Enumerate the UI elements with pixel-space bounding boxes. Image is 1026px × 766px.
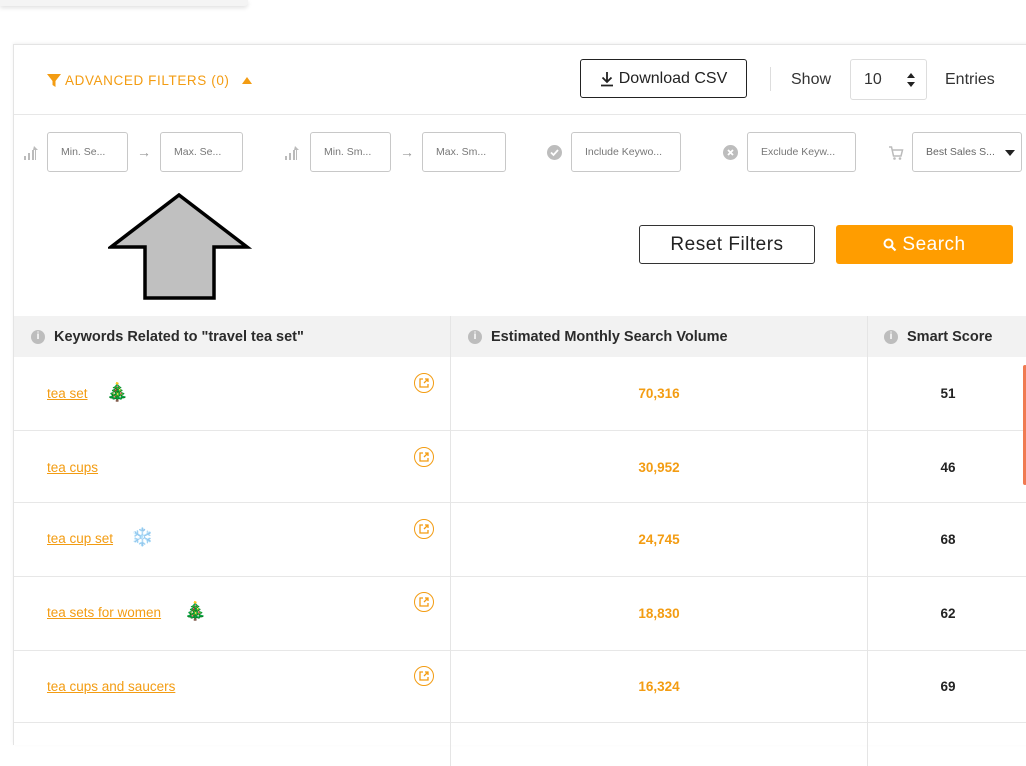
min-smart-score-input[interactable]: Min. Sm...: [310, 132, 391, 172]
external-link-icon[interactable]: [414, 447, 434, 467]
column-divider: [867, 316, 868, 766]
keyword-link[interactable]: tea cup set: [47, 531, 113, 546]
smart-score-value: 68: [940, 532, 956, 547]
info-icon: i: [31, 329, 45, 344]
column-header-label: Estimated Monthly Search Volume: [491, 328, 728, 345]
column-header-label: Keywords Related to "travel tea set": [54, 328, 304, 345]
table-row: tea cups and saucers 16,324 69: [14, 651, 1026, 723]
min-search-volume-input[interactable]: Min. Se...: [47, 132, 128, 172]
smart-score-value: 62: [940, 606, 956, 621]
caret-up-icon: [241, 77, 252, 84]
keyword-link[interactable]: tea set: [47, 386, 88, 401]
annotation-up-arrow-icon: [108, 193, 252, 300]
download-csv-label: Download CSV: [618, 69, 728, 87]
column-divider: [450, 316, 451, 766]
column-header-smart-score[interactable]: i Smart Score: [884, 316, 992, 357]
search-volume-value: 30,952: [638, 460, 680, 475]
reset-filters-button[interactable]: Reset Filters: [639, 225, 815, 264]
info-icon: i: [884, 329, 898, 344]
funnel-icon: [47, 73, 61, 87]
max-smart-score-input[interactable]: Max. Sm...: [422, 132, 506, 172]
column-header-search-volume[interactable]: i Estimated Monthly Search Volume: [468, 316, 728, 357]
best-sales-select[interactable]: Best Sales S...: [912, 132, 1022, 172]
search-volume-value: 24,745: [638, 532, 680, 547]
external-link-icon[interactable]: [414, 519, 434, 539]
christmas-tree-icon: 🎄: [184, 601, 207, 621]
download-icon: [600, 71, 613, 86]
table-row: tea sets for women 🎄 18,830 62: [14, 577, 1026, 651]
search-label: Search: [902, 233, 966, 255]
range-arrow-icon: →: [400, 144, 414, 160]
show-label: Show: [791, 71, 832, 88]
download-csv-button[interactable]: Download CSV: [580, 59, 747, 98]
info-icon: i: [468, 329, 482, 344]
header-divider: [14, 114, 1026, 115]
keyword-link[interactable]: tea cups: [47, 460, 98, 475]
entries-label: Entries: [945, 71, 995, 88]
search-volume-value: 18,830: [638, 606, 680, 621]
advanced-filters-label: ADVANCED FILTERS (0): [65, 73, 230, 88]
table-header: i Keywords Related to "travel tea set" i…: [14, 316, 1026, 357]
entries-value: 10: [864, 70, 882, 88]
smart-score-value: 69: [940, 679, 956, 694]
external-link-icon[interactable]: [414, 373, 434, 393]
max-search-volume-input[interactable]: Max. Se...: [160, 132, 243, 172]
entries-select[interactable]: 10: [850, 59, 927, 100]
table-row: tea set 🎄 70,316 51: [14, 357, 1026, 431]
table-row: tea cups 30,952 46: [14, 431, 1026, 503]
check-circle-icon: [547, 145, 562, 160]
search-volume-value: 16,324: [638, 679, 680, 694]
christmas-tree-icon: 🎄: [106, 382, 129, 402]
smart-score-value: 46: [940, 460, 956, 475]
column-header-keywords[interactable]: i Keywords Related to "travel tea set": [31, 316, 304, 357]
search-volume-icon: [24, 146, 38, 160]
top-shadow-bar: [0, 0, 248, 6]
external-link-icon[interactable]: [414, 592, 434, 612]
chevron-down-icon: [1005, 150, 1015, 156]
exclude-keywords-input[interactable]: Exclude Keyw...: [747, 132, 856, 172]
keyword-link[interactable]: tea sets for women: [47, 605, 161, 620]
sort-updown-icon: [907, 73, 915, 87]
toolbar-divider: [770, 67, 771, 91]
table-row: tea cup set ❄️ 24,745 68: [14, 503, 1026, 577]
search-icon: [883, 238, 897, 251]
smart-score-icon: [285, 146, 299, 160]
best-sales-value: Best Sales S...: [926, 146, 995, 158]
keyword-link[interactable]: tea cups and saucers: [47, 679, 175, 694]
cart-icon: [889, 146, 904, 160]
external-link-icon[interactable]: [414, 666, 434, 686]
advanced-filters-toggle[interactable]: ADVANCED FILTERS (0): [47, 73, 252, 88]
column-header-label: Smart Score: [907, 328, 993, 345]
smart-score-value: 51: [940, 386, 956, 401]
include-keywords-input[interactable]: Include Keywo...: [571, 132, 681, 172]
range-arrow-icon: →: [137, 144, 151, 160]
search-volume-value: 70,316: [638, 386, 680, 401]
keyword-panel: ADVANCED FILTERS (0) Download CSV Show 1…: [13, 44, 1026, 766]
search-button[interactable]: Search: [836, 225, 1013, 264]
x-circle-icon: [723, 145, 738, 160]
snowflake-icon: ❄️: [131, 527, 154, 547]
